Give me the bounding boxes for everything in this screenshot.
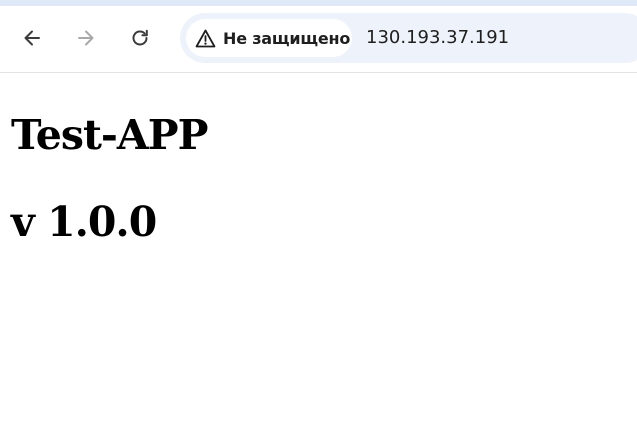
page-title: Test-APP xyxy=(11,111,208,159)
page-content: Test-APP v 1.0.0 xyxy=(0,73,637,441)
forward-button[interactable] xyxy=(69,21,103,55)
reload-button[interactable] xyxy=(123,21,157,55)
url-text[interactable]: 130.193.37.191 xyxy=(366,13,509,63)
back-button[interactable] xyxy=(15,21,49,55)
address-bar[interactable]: Не защищено 130.193.37.191 xyxy=(180,13,637,63)
security-label: Не защищено xyxy=(223,28,351,48)
browser-window: Не защищено 130.193.37.191 Test-APP v 1.… xyxy=(0,0,637,441)
version-heading: v 1.0.0 xyxy=(11,198,157,246)
browser-toolbar: Не защищено 130.193.37.191 xyxy=(0,6,637,72)
warning-icon xyxy=(194,27,216,49)
reload-icon xyxy=(130,28,150,48)
arrow-left-icon xyxy=(22,28,42,48)
arrow-right-icon xyxy=(76,28,96,48)
security-indicator[interactable]: Не защищено xyxy=(186,19,352,57)
